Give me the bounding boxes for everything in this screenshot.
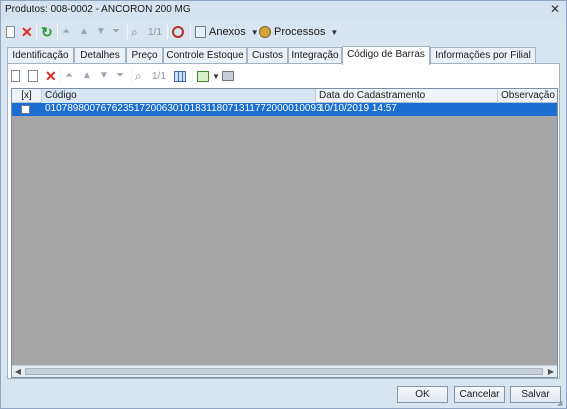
row-select-cell [12,103,42,116]
toolbar-separator [127,24,128,40]
new-document-icon [6,26,15,38]
title-bar: Produtos: 008-0002 - ANCORON 200 MG ✕ [1,1,566,19]
close-icon[interactable]: ✕ [548,2,562,16]
toolbar-separator [36,24,37,40]
last-row-button[interactable]: ⏷ [116,67,124,85]
first-record-button[interactable]: ⏶ [62,23,70,41]
main-toolbar: ✕ ↻ ⏶ ▲ ▼ ⏷ ⌕ 1/1 Anexos ▼ Processos ▼ [1,21,566,43]
row-checkbox[interactable] [21,105,30,114]
edit-barcode-button[interactable] [28,67,38,85]
attachment-icon [195,26,206,38]
next-record-icon: ▼ [99,70,109,81]
scroll-left-icon[interactable]: ◀ [12,366,24,377]
last-record-icon: ⏷ [112,26,120,37]
previous-record-icon: ▲ [79,26,89,37]
column-header-data-cadastramento[interactable]: Data do Cadastramento [316,89,498,103]
last-record-icon: ⏷ [116,70,124,81]
salvar-button[interactable]: Salvar [510,386,561,403]
delete-icon: ✕ [21,24,33,40]
column-header-observacao[interactable]: Observação [498,89,557,103]
previous-record-icon: ▲ [82,70,92,81]
tab-detalhes[interactable]: Detalhes [74,47,126,64]
refresh-icon: ↻ [41,24,53,40]
delete-barcode-button[interactable]: ✕ [45,67,57,85]
export-button[interactable]: ▼ [197,67,220,85]
grid-icon [174,70,186,82]
chevron-down-icon: ▼ [212,71,220,81]
grid-header: [x] Código Data do Cadastramento Observa… [12,89,557,103]
horizontal-scrollbar[interactable]: ◀ ▶ [12,365,557,377]
codigo-cell[interactable]: 0107898007676235172006301018311807131177… [42,103,322,116]
observacao-cell[interactable] [498,103,557,116]
refresh-button[interactable]: ↻ [41,23,53,41]
anexos-menu-button[interactable]: Anexos ▼ [195,23,259,41]
new-document-icon [11,70,20,82]
find-row-button[interactable]: ⌕ [135,67,142,85]
grid-pager-text: 1/1 [152,70,166,82]
first-record-icon: ⏶ [65,70,73,81]
print-button[interactable] [222,67,234,85]
tab-controle-estoque[interactable]: Controle Estoque [163,47,247,64]
column-header-codigo[interactable]: Código [42,89,316,103]
product-window: Produtos: 008-0002 - ANCORON 200 MG ✕ ✕ … [0,0,567,409]
chevron-down-icon: ▼ [250,27,259,37]
previous-row-button[interactable]: ▲ [82,67,92,85]
table-row[interactable]: 0107898007676235172006301018311807131177… [12,103,557,116]
next-record-icon: ▼ [96,26,106,37]
scroll-right-icon[interactable]: ▶ [545,366,557,377]
tab-informacoes-por-filial[interactable]: Informações por Filial [430,47,536,64]
processos-label: Processos [274,26,326,38]
add-barcode-button[interactable] [11,67,20,85]
delete-button[interactable]: ✕ [21,23,33,41]
pager-text: 1/1 [148,26,162,38]
resize-grip[interactable]: ◢ [557,399,565,407]
next-row-button[interactable]: ▼ [99,67,109,85]
previous-record-button[interactable]: ▲ [79,23,89,41]
binoculars-icon: ⌕ [131,25,138,39]
column-header-select[interactable]: [x] [12,89,42,103]
find-button[interactable]: ⌕ [131,23,138,41]
grid-layout-button[interactable] [174,67,186,85]
tab-custos[interactable]: Custos [247,47,288,64]
export-icon [197,70,209,82]
scrollbar-thumb[interactable] [25,368,543,375]
cancelar-button[interactable]: Cancelar [454,386,505,403]
new-button[interactable] [6,23,15,41]
grid-pager: 1/1 [152,67,166,85]
tab-integracao[interactable]: Integração [288,47,342,64]
toolbar-separator [131,68,132,84]
first-row-button[interactable]: ⏶ [65,67,73,85]
toolbar-separator [190,24,191,40]
search-icon [172,26,184,38]
print-icon [222,71,234,81]
zoom-search-button[interactable] [172,23,184,41]
toolbar-separator [57,24,58,40]
tab-panel: ✕ ⏶ ▲ ▼ ⏷ ⌕ 1/1 ▼ [x] Código Data do Cad… [7,63,560,379]
barcode-grid: [x] Código Data do Cadastramento Observa… [11,88,558,378]
tab-preco[interactable]: Preço [126,47,163,64]
toolbar-separator [167,24,168,40]
tab-identificacao[interactable]: Identificação [7,47,74,64]
edit-icon [28,70,38,82]
first-record-icon: ⏶ [62,26,70,37]
next-record-button[interactable]: ▼ [96,23,106,41]
anexos-label: Anexos [209,26,246,38]
chevron-down-icon: ▼ [330,27,339,37]
ok-button[interactable]: OK [397,386,448,403]
processos-menu-button[interactable]: Processos ▼ [259,23,338,41]
toolbar-separator [60,68,61,84]
binoculars-icon: ⌕ [135,69,142,83]
gear-icon [259,26,271,38]
delete-icon: ✕ [45,68,57,84]
pager: 1/1 [148,23,162,41]
grid-toolbar: ✕ ⏶ ▲ ▼ ⏷ ⌕ 1/1 ▼ [8,66,559,86]
tab-codigo-de-barras[interactable]: Código de Barras [342,46,430,65]
toolbar-separator [192,68,193,84]
last-record-button[interactable]: ⏷ [112,23,120,41]
data-cadastramento-cell[interactable]: 10/10/2019 14:57 [316,103,498,116]
window-title: Produtos: 008-0002 - ANCORON 200 MG [5,4,191,15]
